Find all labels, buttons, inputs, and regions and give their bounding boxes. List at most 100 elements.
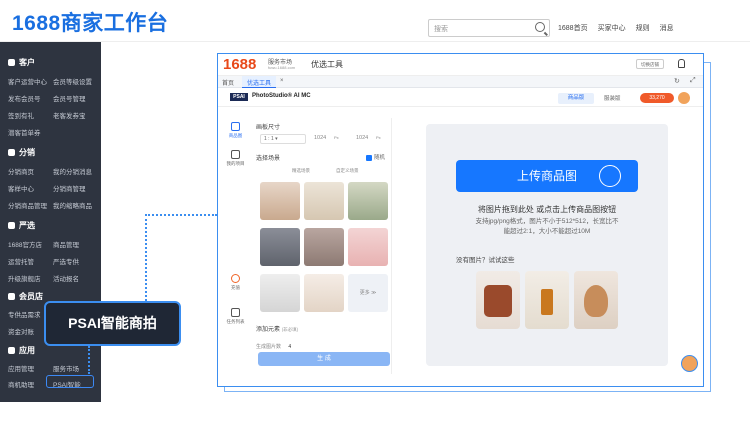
switch-store-button[interactable]: 切换店铺 xyxy=(636,59,664,69)
sidebar: 客户 客户运营中心 会员等级设置 发布会员号 会员号管理 签到有礼 老客发券宝 … xyxy=(0,42,101,402)
sidebar-link[interactable]: 运营托管 xyxy=(8,256,34,266)
scene-thumb[interactable] xyxy=(260,274,300,312)
nav-product-image[interactable]: 商品图 xyxy=(222,122,249,139)
coin-icon xyxy=(231,274,240,283)
tab-featured-scenes[interactable]: 精选场景 xyxy=(292,168,310,174)
ratio-select[interactable]: 1 : 1 ▾ xyxy=(260,134,306,144)
sidebar-link[interactable]: 客样中心 xyxy=(8,183,34,193)
sidebar-link[interactable]: 商机助理 xyxy=(8,379,34,389)
sidebar-link[interactable]: 分销商页 xyxy=(8,166,34,176)
top-link-buyer[interactable]: 买家中心 xyxy=(598,23,626,33)
upload-area[interactable]: 上传商品图 将图片拖到此处 或点击上传商品图按钮 支持jpg/png格式，图片不… xyxy=(426,124,668,366)
sidebar-link[interactable]: 老客发券宝 xyxy=(53,110,86,120)
sidebar-link[interactable]: 1688官方店 xyxy=(8,239,42,249)
scene-label: 选择场景 xyxy=(256,156,281,162)
inner-header: 1688 服务市场 fuwu.1688.com 优选工具 切换店铺 xyxy=(218,54,703,76)
list-icon xyxy=(231,308,240,317)
top-links: 1688首页 买家中心 规则 消息 xyxy=(558,23,674,33)
app-bar: PSAI PhotoStudio® AI MC 商品版 服装版 33,270 xyxy=(218,89,703,107)
search-input[interactable]: 搜索 xyxy=(428,19,550,37)
sidebar-section-distribution[interactable]: 分销 xyxy=(8,147,35,158)
psai-logo: PSAI xyxy=(230,93,248,101)
connector-horizontal xyxy=(145,214,217,216)
gen-count-value[interactable]: 4 xyxy=(288,344,291,350)
scene-thumb[interactable] xyxy=(348,182,388,220)
sidebar-link[interactable]: 会员等级设置 xyxy=(53,76,92,86)
sidebar-link[interactable]: 服务市场 xyxy=(53,363,79,373)
top-link-rules[interactable]: 规则 xyxy=(636,23,650,33)
random-toggle[interactable]: 随机 xyxy=(366,153,385,161)
avatar[interactable] xyxy=(678,92,690,104)
connector-vertical xyxy=(145,214,147,301)
sidebar-link[interactable]: 客户运营中心 xyxy=(8,76,47,86)
sample-image-bag[interactable] xyxy=(476,271,520,329)
sidebar-link[interactable]: 严选专供 xyxy=(53,256,79,266)
height-field[interactable]: 1024 xyxy=(356,135,368,141)
refresh-icon[interactable]: ↻ xyxy=(674,77,680,85)
search-icon[interactable] xyxy=(535,22,545,32)
folder-icon xyxy=(231,150,240,159)
inner-logo[interactable]: 1688 xyxy=(223,56,256,73)
sidebar-link[interactable]: 应用管理 xyxy=(8,363,34,373)
nav-task-list[interactable]: 任务列表 xyxy=(222,308,249,325)
scene-thumb[interactable] xyxy=(260,228,300,266)
app-frame: 1688 服务市场 fuwu.1688.com 优选工具 切换店铺 首页 优选工… xyxy=(217,53,704,387)
sidebar-section-customer[interactable]: 客户 xyxy=(8,57,35,68)
psai-callout: PSAI智能商拍 xyxy=(44,301,181,346)
generate-button[interactable]: 生 成 xyxy=(258,352,390,366)
fullscreen-icon[interactable]: ⤢ xyxy=(690,77,696,85)
sidebar-link[interactable]: 分销商管理 xyxy=(53,183,86,193)
sidebar-link[interactable]: 会员号管理 xyxy=(53,93,86,103)
version-tab-product[interactable]: 商品版 xyxy=(558,93,594,104)
scene-thumb[interactable] xyxy=(304,182,344,220)
points-badge[interactable]: 33,270 xyxy=(640,93,674,103)
tab-active[interactable]: 优选工具 xyxy=(242,76,277,88)
sidebar-link[interactable]: 发布会员号 xyxy=(8,93,41,103)
sidebar-section-member-store[interactable]: 会员店 xyxy=(8,291,43,302)
scene-thumb[interactable] xyxy=(304,274,344,312)
checkbox-icon xyxy=(366,154,372,161)
logo[interactable]: 1688商家工作台 xyxy=(12,7,168,37)
sidebar-link[interactable]: 分销商品管理 xyxy=(8,200,47,210)
scene-thumb[interactable] xyxy=(260,182,300,220)
sample-image-perfume[interactable] xyxy=(525,271,569,329)
sidebar-section-apps[interactable]: 应用 xyxy=(8,345,35,356)
user-icon[interactable] xyxy=(678,59,685,68)
bag-icon xyxy=(231,122,240,131)
tab-home[interactable]: 首页 xyxy=(222,78,234,87)
sidebar-link[interactable]: 潜客首单券 xyxy=(8,127,41,137)
pointer-cursor-icon xyxy=(599,165,621,187)
version-tab-apparel[interactable]: 服装版 xyxy=(604,94,621,102)
sidebar-section-select[interactable]: 严选 xyxy=(8,220,35,231)
nav-recharge[interactable]: 充值 xyxy=(222,274,249,291)
psai-highlight xyxy=(46,375,94,388)
scene-thumb[interactable] xyxy=(348,228,388,266)
sidebar-link[interactable]: 活动报名 xyxy=(53,273,79,283)
sample-image-teddy-bear[interactable] xyxy=(574,271,618,329)
scene-tabs: 精选场景 自定义场景 xyxy=(292,168,359,174)
sidebar-link[interactable]: 商品管理 xyxy=(53,239,79,249)
nav-my-projects[interactable]: 我的项目 xyxy=(222,150,249,167)
sidebar-link[interactable]: 我的缩略商品 xyxy=(53,200,92,210)
top-link-messages[interactable]: 消息 xyxy=(660,23,674,33)
canvas-size-label: 画板尺寸 xyxy=(256,125,281,131)
scene-thumb[interactable] xyxy=(304,228,344,266)
sidebar-link[interactable]: 资金对账 xyxy=(8,326,34,336)
sidebar-link[interactable]: 我的分销消息 xyxy=(53,166,92,176)
star-icon xyxy=(8,222,15,229)
unit-label: Px xyxy=(334,135,339,140)
more-scenes-button[interactable]: 更多 ≫ xyxy=(348,274,388,312)
sidebar-link[interactable]: 专供品需求 xyxy=(8,309,41,319)
top-link-home[interactable]: 1688首页 xyxy=(558,23,588,33)
grid-icon xyxy=(8,347,15,354)
tab-close-icon[interactable]: × xyxy=(280,78,284,84)
tab-custom-scenes[interactable]: 自定义场景 xyxy=(336,168,359,174)
heart-icon xyxy=(8,293,15,300)
sidebar-link[interactable]: 签到有礼 xyxy=(8,110,34,120)
unit-label-2: Px xyxy=(376,135,381,140)
chat-assistant-avatar[interactable] xyxy=(681,355,698,372)
width-field[interactable]: 1024 xyxy=(314,135,326,141)
upload-product-button[interactable]: 上传商品图 xyxy=(456,160,638,192)
sidebar-link[interactable]: 升级旗舰店 xyxy=(8,273,41,283)
upload-hint: 支持jpg/png格式，图片不小于512*512，长宽比不 能超过2:1，大小不能… xyxy=(475,218,619,235)
